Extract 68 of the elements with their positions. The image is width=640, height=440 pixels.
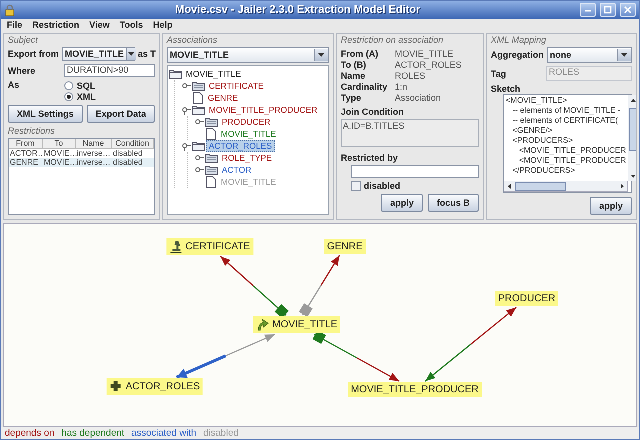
table-node[interactable]: CERTIFICATE	[166, 238, 254, 256]
legend-label: has dependent	[62, 428, 125, 438]
tree-item[interactable]: CERTIFICATE	[206, 80, 267, 92]
tree-item[interactable]: PRODUCER	[219, 116, 274, 128]
tree-item[interactable]: MOVIE_TITLE	[183, 68, 244, 80]
field-value: MOVIE_TITLE	[395, 49, 455, 59]
table-node[interactable]: GENRE	[324, 240, 366, 254]
table-combo[interactable]: MOVIE_TITLE	[167, 47, 329, 63]
field-label: Export from	[8, 49, 60, 59]
menu-item[interactable]: Restriction	[32, 20, 80, 30]
table-node[interactable]: MOVIE_TITLE_PRODUCER	[348, 382, 482, 398]
panel-title: XML Mapping	[491, 35, 548, 45]
radio-option[interactable]: SQL	[64, 80, 96, 91]
window-title: Movie.csv - Jailer 2.3.0 Extraction Model Editor	[174, 4, 422, 16]
action-button[interactable]: apply	[381, 194, 423, 212]
legend-label: depends on	[5, 428, 55, 438]
tree-item[interactable]: MOVIE_TITLE_PRODUCER	[206, 104, 321, 116]
action-button[interactable]: focus B	[428, 194, 479, 212]
column-header[interactable]: To	[43, 139, 76, 149]
field-label: Aggregation	[491, 50, 544, 60]
where-field[interactable]: DURATION>90	[64, 64, 155, 77]
field-label: To (B)	[341, 60, 368, 70]
table-node[interactable]: MOVIE_TITLE	[254, 316, 340, 334]
table-row[interactable]: ACTOR…MOVIE…inverse… disabled	[9, 149, 154, 158]
tree-item[interactable]: ROLE_TYPE	[219, 152, 276, 164]
action-button[interactable]: Export Data	[86, 105, 156, 123]
menu-item[interactable]: Tools	[120, 20, 144, 30]
menu-item[interactable]: View	[90, 20, 110, 30]
column-header[interactable]: From	[9, 139, 43, 149]
legend-label: disabled	[204, 428, 239, 438]
apply-button[interactable]: apply	[590, 197, 632, 215]
field-value: ROLES	[395, 71, 427, 81]
panel-title: Subject	[8, 35, 40, 45]
column-header[interactable]: Condition	[112, 139, 154, 149]
aggregation-combo[interactable]: none	[547, 47, 632, 63]
tree-item[interactable]: GENRE	[205, 92, 242, 104]
table-node[interactable]: PRODUCER	[495, 292, 559, 306]
tree-item[interactable]: ACTOR	[219, 164, 255, 176]
section-title: Restrictions	[8, 126, 56, 136]
tree-item[interactable]: ACTOR_ROLES	[206, 140, 276, 152]
table-node[interactable]: ACTOR_ROLES	[106, 378, 204, 396]
column-header[interactable]: Name	[76, 139, 112, 149]
field-label: Name	[341, 71, 367, 81]
panel-title: Associations	[167, 35, 219, 45]
field-label: As	[8, 80, 21, 90]
field-label: Join Condition	[341, 107, 405, 117]
tree-item[interactable]: MOVIE_TITLE	[218, 128, 280, 140]
panel-title: Restriction on association	[341, 35, 445, 45]
menu-item[interactable]: Help	[153, 20, 173, 30]
field-label: as T	[138, 49, 156, 59]
field-value: Association	[395, 93, 442, 103]
field-label: Sketch	[491, 84, 522, 94]
legend-label: associated with	[132, 428, 196, 438]
sketch-text: <MOVIE_TITLE> -- elements of MOVIE_TITLE - -- elements of CERTIFICATE( <GENRE/> <PRODUCERS> <MOVIE_TITLE_PRODUCER <MOVIE_TITLE_PRODUCER </PRODUCERS>	[505, 95, 628, 177]
field-value: ACTOR_ROLES	[395, 60, 463, 70]
menu-item[interactable]: File	[7, 20, 23, 30]
action-button[interactable]: XML Settings	[8, 105, 83, 123]
table-combo[interactable]: MOVIE_TITLE	[62, 47, 136, 61]
field-label: Restricted by	[341, 153, 400, 163]
field-label: Cardinality	[341, 82, 389, 92]
field-label: Where	[8, 66, 37, 76]
field-label: From (A)	[341, 49, 380, 59]
radio-option[interactable]: XML	[64, 91, 96, 102]
field-value: 1:n	[395, 82, 409, 92]
field-label: Type	[341, 93, 362, 103]
field-label: Tag	[491, 68, 508, 78]
join-condition-field[interactable]: A.ID=B.TITLES	[341, 119, 479, 147]
table-row[interactable]: GENRE MOVIE…inverse… disabled	[9, 158, 154, 167]
